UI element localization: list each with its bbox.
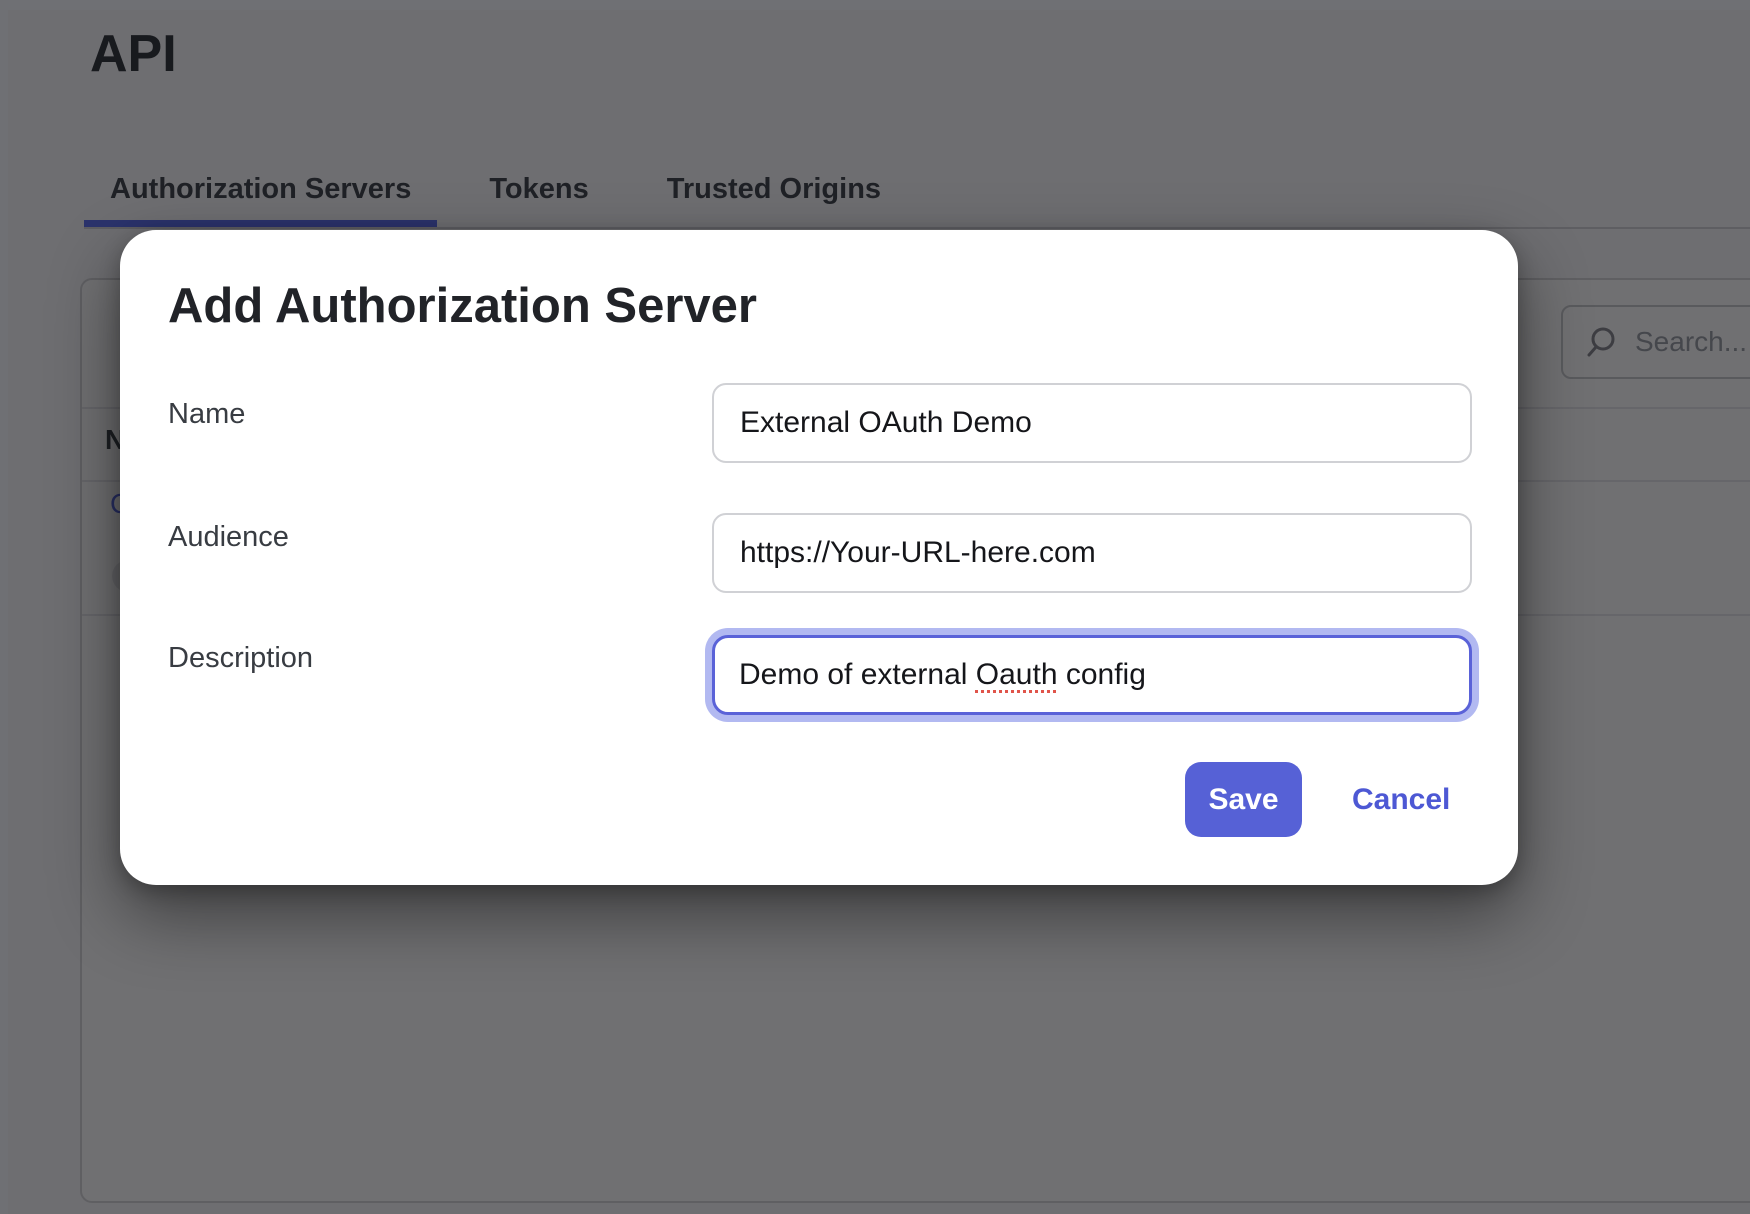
description-text-before: Demo of external	[739, 658, 976, 692]
audience-label: Audience	[168, 519, 289, 555]
window-edge-left	[0, 0, 8, 1214]
description-text-misspelled: Oauth	[976, 658, 1058, 692]
save-button[interactable]: Save	[1185, 762, 1302, 837]
cancel-button[interactable]: Cancel	[1352, 782, 1450, 818]
add-authorization-server-dialog: Add Authorization Server Name Audience D…	[120, 230, 1518, 885]
audience-field[interactable]	[712, 513, 1472, 593]
dialog-title: Add Authorization Server	[168, 282, 757, 331]
description-field[interactable]: Demo of external Oauth config	[712, 635, 1472, 715]
description-label: Description	[168, 640, 313, 676]
name-field[interactable]	[712, 383, 1472, 463]
name-label: Name	[168, 396, 245, 432]
window-edge-top	[0, 0, 1750, 10]
description-text-after: config	[1058, 658, 1146, 692]
